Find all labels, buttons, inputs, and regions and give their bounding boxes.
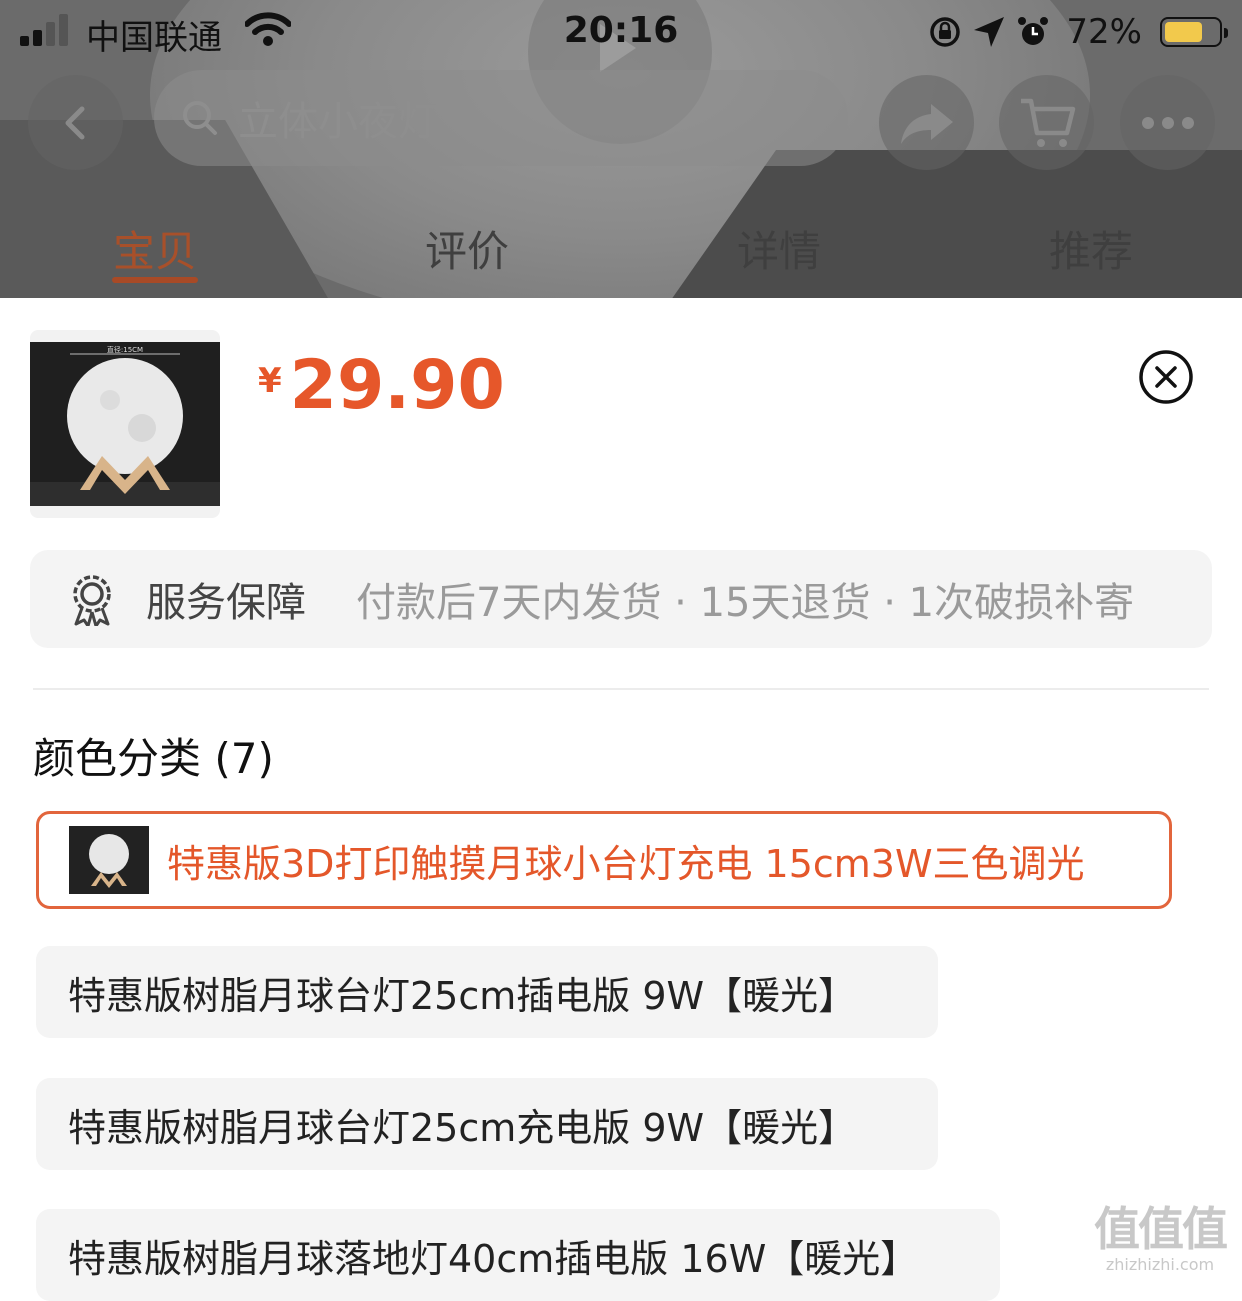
badge-icon [73, 575, 111, 626]
sku-option-label: 特惠版树脂月球台灯25cm充电版 9W【暖光】 [68, 1105, 857, 1150]
search-bar[interactable]: 立体小夜灯 [154, 70, 848, 166]
tab-details[interactable]: 详情 [704, 218, 854, 279]
cart-icon [1020, 98, 1075, 147]
divider [33, 688, 1209, 690]
section-tabs: 宝贝 评价 详情 推荐 [0, 218, 1242, 298]
watermark-logo: 值值值 [1094, 1202, 1228, 1256]
search-icon [183, 101, 217, 135]
tab-recommend[interactable]: 推荐 [1016, 218, 1166, 279]
tab-reviews[interactable]: 评价 [392, 218, 542, 279]
orientation-lock-icon [930, 17, 961, 47]
tab-baobei[interactable]: 宝贝 [80, 218, 230, 279]
watermark-url: zhizhizhi.com [1105, 1255, 1215, 1274]
sku-option-label: 特惠版3D打印触摸月球小台灯充电 15cm3W三色调光 [167, 841, 1085, 886]
active-tab-indicator [112, 277, 198, 283]
share-button[interactable] [879, 75, 974, 170]
service-guarantee[interactable]: 服务保障 付款后7天内发货 · 15天退货 · 1次破损补寄 [30, 550, 1212, 648]
sku-option[interactable]: 特惠版树脂月球落地灯40cm插电版 16W【暖光】 [36, 1209, 1000, 1301]
price-amount: 29.90 [289, 346, 505, 425]
sku-option-label: 特惠版树脂月球台灯25cm插电版 9W【暖光】 [68, 973, 857, 1018]
product-gallery-backdrop: 中国联通 20:16 72% 立体小夜灯 宝贝 评价 详情 推荐 [0, 0, 1242, 298]
chevron-left-icon [65, 106, 84, 139]
sku-thumbnail[interactable]: 直径:15CM [30, 330, 220, 518]
close-circle-icon[interactable] [1138, 349, 1194, 405]
location-icon [974, 17, 1005, 47]
battery-level [1165, 22, 1202, 42]
sku-option[interactable]: 特惠版树脂月球台灯25cm插电版 9W【暖光】 [36, 946, 938, 1038]
thumbnail-caption: 直径:15CM [107, 345, 143, 354]
battery-icon [1160, 17, 1228, 47]
color-category-title: 颜色分类 (7) [33, 734, 274, 783]
more-icon [1141, 116, 1194, 129]
battery-percent: 72% [1066, 12, 1142, 52]
currency-symbol: ¥ [258, 361, 282, 401]
sku-option-image [69, 826, 149, 894]
price: ¥29.90 [258, 346, 505, 425]
service-detail: 付款后7天内发货 · 15天退货 · 1次破损补寄 [356, 580, 1135, 626]
back-button[interactable] [28, 75, 123, 170]
sku-option[interactable]: 特惠版树脂月球台灯25cm充电版 9W【暖光】 [36, 1078, 938, 1170]
watermark: 值值值 zhizhizhi.com [1094, 1193, 1228, 1274]
sku-option-label: 特惠版树脂月球落地灯40cm插电版 16W【暖光】 [68, 1236, 919, 1281]
alarm-icon [1018, 17, 1049, 45]
moon-lamp-image: 直径:15CM [30, 342, 220, 506]
cart-button[interactable] [999, 75, 1094, 170]
status-bar: 中国联通 20:16 72% [0, 0, 1242, 64]
share-icon [900, 103, 953, 144]
more-button[interactable] [1120, 75, 1215, 170]
search-placeholder: 立体小夜灯 [238, 99, 438, 145]
service-label: 服务保障 [146, 580, 306, 626]
sku-option-selected[interactable]: 特惠版3D打印触摸月球小台灯充电 15cm3W三色调光 [36, 811, 1172, 909]
